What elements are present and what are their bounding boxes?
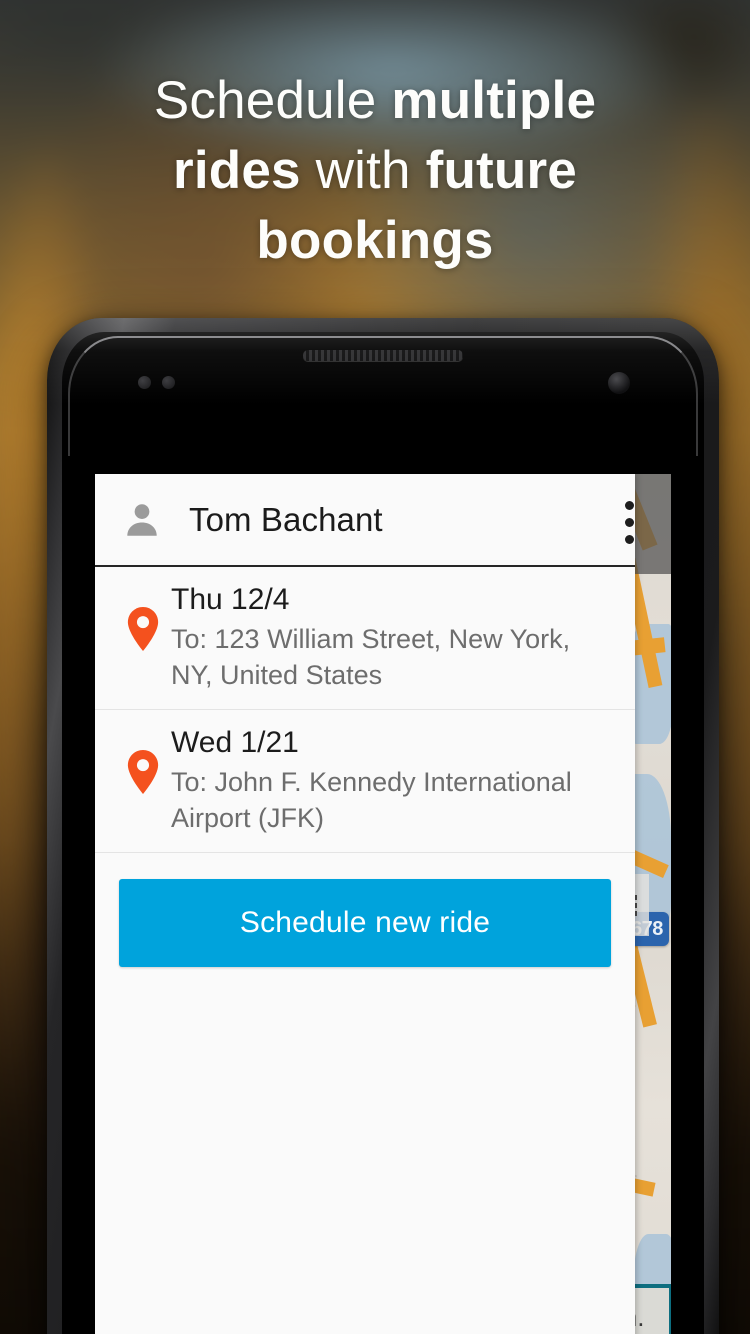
table-row[interactable]: Thu 12/4 To: 123 William Street, New Yor… [95, 567, 635, 710]
ride-pin-wrap [117, 581, 169, 651]
person-icon [127, 503, 157, 536]
map-pin-icon [127, 750, 159, 794]
headline-word-schedule: Schedule [153, 71, 392, 130]
ride-details: Wed 1/21 To: John F. Kennedy Internation… [169, 724, 613, 836]
front-camera [608, 372, 630, 394]
headline-word-future: future [425, 141, 577, 200]
ride-pin-wrap [117, 724, 169, 794]
rides-panel: Tom Bachant Thu 12/4 To: 123 William Str… [95, 474, 635, 1334]
headline-line-2: rides with future [52, 136, 698, 206]
ride-details: Thu 12/4 To: 123 William Street, New Yor… [169, 581, 613, 693]
table-row[interactable]: Wed 1/21 To: John F. Kennedy Internation… [95, 710, 635, 853]
ride-destination: To: John F. Kennedy International Airpor… [171, 767, 572, 833]
ride-date: Wed 1/21 [171, 726, 299, 759]
app-toolbar: Tom Bachant [95, 474, 635, 567]
headline-line-3: bookings [52, 206, 698, 276]
map-pin-icon [127, 607, 159, 651]
overflow-menu-button[interactable] [601, 492, 657, 552]
more-vert-icon [624, 500, 634, 510]
promo-headline: Schedule multiple rides with future book… [0, 66, 750, 276]
headline-word-bookings: bookings [256, 211, 494, 270]
ride-date: Thu 12/4 [171, 583, 290, 616]
headline-word-with: with [300, 141, 426, 200]
user-name-label: Tom Bachant [189, 500, 383, 538]
earpiece-speaker [303, 350, 463, 361]
ride-destination: To: 123 William Street, New York, NY, Un… [171, 624, 571, 690]
headline-word-multiple: multiple [391, 71, 597, 130]
headline-line-1: Schedule multiple [52, 66, 698, 136]
light-sensor [162, 376, 175, 389]
proximity-sensor [138, 376, 151, 389]
phone-face: 2:10 [62, 332, 704, 1334]
phone-mockup: 2:10 [47, 318, 719, 1334]
cta-container: Schedule new ride [95, 853, 635, 967]
headline-word-rides: rides [173, 141, 301, 200]
schedule-new-ride-button[interactable]: Schedule new ride [119, 879, 611, 967]
phone-screen: 2:10 [95, 474, 671, 1334]
